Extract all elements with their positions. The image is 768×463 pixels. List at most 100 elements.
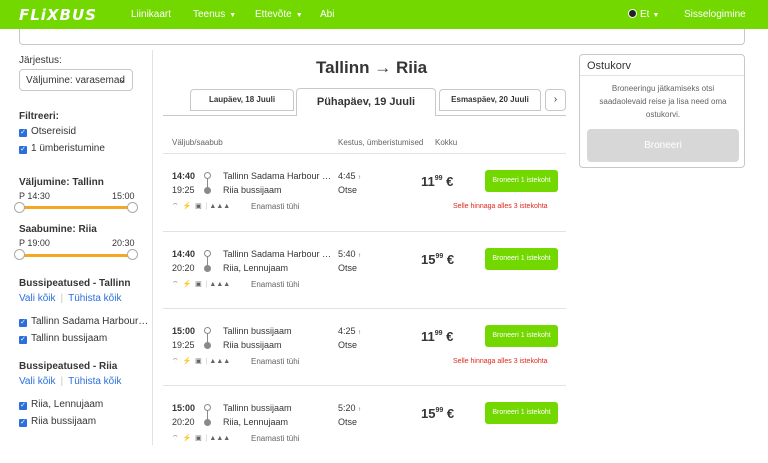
book-seat-button[interactable]: Broneeri 1 istekoht (485, 248, 558, 270)
departure-stop[interactable]: Tallinn Sadama Harbour … (223, 249, 331, 259)
departure-slider-min-handle[interactable] (14, 202, 25, 213)
origin-dot-icon (204, 404, 211, 411)
stop-label: Tallinn bussijaam (31, 333, 108, 344)
clear-all-link[interactable]: Tühista kõik (68, 376, 121, 387)
language-selector[interactable]: Et ▼ (628, 9, 659, 20)
sort-value: Väljumine: varasemad (26, 75, 125, 86)
destination-dot-icon (204, 265, 211, 272)
arrival-time: 20:20 (172, 263, 195, 273)
transfers: Otse (338, 185, 358, 195)
select-all-link[interactable]: Vali kõik (19, 293, 56, 304)
route-title: Tallinn → Riia (316, 58, 428, 77)
origin-dot-icon (204, 327, 211, 334)
nav-label: Abi (320, 9, 335, 20)
capacity-people-icon: ▲▲▲ (209, 435, 231, 442)
capacity-people-icon: ▲▲▲ (209, 358, 231, 365)
checkbox-checked-icon[interactable]: ✓ (19, 146, 27, 154)
result-row: 15:00 20:20 Tallinn bussijaam Riia, Lenn… (163, 386, 566, 463)
transfers: Otse (338, 417, 358, 427)
power-plug-icon: ⚡ (182, 358, 192, 365)
stop-filter-item[interactable]: ✓ Riia, Lennujaam (19, 399, 103, 410)
arrival-to: 20:30 (112, 238, 135, 248)
departure-time: 15:00 (172, 326, 196, 336)
arrival-stop[interactable]: Riia bussijaam (223, 340, 282, 350)
duration-value: 4:25 (338, 326, 356, 336)
sort-select[interactable]: Väljumine: varasemad ⌄ (19, 69, 133, 91)
price-warning: Selle hinnaga alles 3 istekohta (453, 358, 548, 365)
flixbus-logo[interactable]: FLiXBUS (19, 6, 97, 24)
login-link[interactable]: Sisselogimine (684, 9, 746, 20)
arrival-stop[interactable]: Riia, Lennujaam (223, 263, 288, 273)
nav-teenus[interactable]: Teenus ▼ (193, 9, 236, 20)
nav-abi[interactable]: Abi (320, 9, 334, 20)
departure-stop[interactable]: Tallinn Sadama Harbour … (223, 171, 331, 181)
capacity-label: Enamasti tühi (251, 357, 300, 366)
arrival-time: 19:25 (172, 185, 195, 195)
filter-one-transfer[interactable]: ✓ 1 ümberistumine (19, 143, 105, 154)
language-label: Et (640, 9, 650, 20)
stop-filter-item[interactable]: ✓ Tallinn bussijaam (19, 333, 107, 344)
nav-ettevote[interactable]: Ettevõte ▼ (255, 9, 303, 20)
transfers: Otse (338, 263, 358, 273)
checkbox-checked-icon[interactable]: ✓ (19, 402, 27, 410)
book-seat-button[interactable]: Broneeri 1 istekoht (485, 325, 558, 347)
price-warning: Selle hinnaga alles 3 istekohta (453, 203, 548, 210)
arrival-from: P 19:00 (19, 238, 50, 248)
arrival-slider-max-handle[interactable] (127, 249, 138, 260)
chevron-right-icon[interactable]: › (545, 89, 566, 111)
price-main: 11 (421, 174, 435, 189)
arrival-slider-min-handle[interactable] (14, 249, 25, 260)
departure-slider-max-handle[interactable] (127, 202, 138, 213)
stops-riia-heading: Bussipeatused - Riia (19, 361, 118, 372)
seat-icon: ▣ (195, 281, 202, 288)
stop-filter-item[interactable]: ✓ Riia bussijaam (19, 416, 96, 427)
seat-icon: ▣ (195, 435, 202, 442)
tab-day-prev[interactable]: Laupäev, 18 Juuli (190, 89, 294, 111)
checkbox-checked-icon[interactable]: ✓ (19, 319, 27, 327)
trip-duration: 5:40 ↑ (338, 249, 361, 259)
amenities: ⌔ ⚡ ▣ | ▲▲▲ (172, 202, 230, 211)
departure-stop[interactable]: Tallinn bussijaam (223, 403, 292, 413)
sort-heading: Järjestus: (19, 55, 62, 66)
col-total: Kokku (435, 138, 458, 147)
checkbox-checked-icon[interactable]: ✓ (19, 129, 27, 137)
shopping-cart-panel: Ostukorv Broneeringu jätkamiseks otsi sa… (579, 54, 745, 168)
filter-direct[interactable]: ✓ Otsereisid (19, 126, 76, 137)
divider: | (60, 293, 64, 304)
col-departure-arrival: Väljub/saabub (172, 138, 223, 147)
origin-dot-icon (204, 172, 211, 179)
departure-to: 15:00 (112, 191, 135, 201)
book-seat-button[interactable]: Broneeri 1 istekoht (485, 170, 558, 192)
cart-hint: Broneeringu jätkamiseks otsi saadaolevai… (599, 84, 727, 119)
cart-book-button[interactable]: Broneeri (587, 129, 739, 162)
arrow-up-icon: ↑ (358, 253, 362, 259)
departure-time-heading: Väljumine: Tallinn (19, 177, 104, 188)
select-all-link[interactable]: Vali kõik (19, 376, 56, 387)
cart-divider (580, 75, 744, 76)
arrival-stop[interactable]: Riia, Lennujaam (223, 417, 288, 427)
departure-time: 14:40 (172, 249, 196, 259)
caret-down-icon: ▼ (295, 12, 303, 19)
result-row: 15:00 19:25 Tallinn bussijaam Riia bussi… (163, 309, 566, 386)
trip-duration: 5:20 ↑ (338, 403, 361, 413)
checkbox-checked-icon[interactable]: ✓ (19, 419, 27, 427)
book-seat-button[interactable]: Broneeri 1 istekoht (485, 402, 558, 424)
tab-day-active[interactable]: Pühapäev, 19 Juuli (296, 88, 436, 116)
nav-liinikaart[interactable]: Liinikaart (131, 9, 171, 20)
transfers: Otse (338, 340, 358, 350)
departure-time: 14:40 (172, 171, 196, 181)
arrival-time-heading: Saabumine: Riia (19, 224, 97, 235)
departure-stop[interactable]: Tallinn bussijaam (223, 326, 292, 336)
amenities: ⌔ ⚡ ▣ | ▲▲▲ (172, 357, 230, 366)
clear-all-link[interactable]: Tühista kõik (68, 293, 121, 304)
stop-label: Tallinn Sadama Harbour… (31, 316, 149, 327)
capacity-people-icon: ▲▲▲ (209, 281, 231, 288)
filter-heading: Filtreeri: (19, 111, 60, 122)
tab-day-next[interactable]: Esmaspäev, 20 Juuli (439, 89, 541, 111)
checkbox-checked-icon[interactable]: ✓ (19, 336, 27, 344)
stop-filter-item[interactable]: ✓ Tallinn Sadama Harbour… (19, 316, 148, 327)
capacity-label: Enamasti tühi (251, 434, 300, 443)
result-row: 14:40 19:25 Tallinn Sadama Harbour … Rii… (163, 154, 566, 231)
arrival-stop[interactable]: Riia bussijaam (223, 185, 282, 195)
nav-label: Teenus (193, 9, 226, 20)
